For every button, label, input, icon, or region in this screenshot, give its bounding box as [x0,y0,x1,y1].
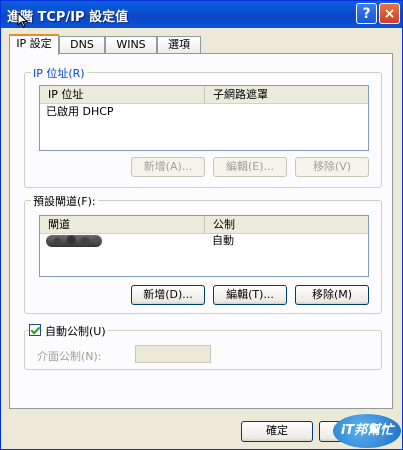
interface-metric-label: 介面公制(N): [37,350,102,363]
tab-wins[interactable]: WINS [105,36,157,54]
ip-address-group: IP 位址(R) IP 位址 子網路遮罩 已啟用 DHCP 新增(A)... 編… [24,65,382,188]
tab-page-ip-settings: IP 位址(R) IP 位址 子網路遮罩 已啟用 DHCP 新增(A)... 編… [9,53,393,409]
close-button[interactable]: × [379,3,400,24]
metric-cell: 自動 [212,234,234,247]
ip-cell: 已啟用 DHCP [46,105,114,118]
gateway-list-header: 閘道 公制 [40,216,368,234]
redacted-gateway-scribble [46,235,102,247]
ip-add-button[interactable]: 新增(A)... [131,157,205,177]
tab-options[interactable]: 選項 [157,36,201,54]
default-gateway-group-label: 預設閘道(F): [31,193,98,209]
metric-group: 自動公制(U) 介面公制(N): [24,323,382,370]
ip-list-header: IP 位址 子網路遮罩 [40,86,368,104]
gateway-remove-button[interactable]: 移除(M) [295,285,369,305]
ok-button[interactable]: 確定 [241,421,313,442]
column-header-ip[interactable]: IP 位址 [40,86,205,103]
mouse-cursor-icon [17,12,29,28]
interface-metric-input[interactable] [135,345,211,363]
ithome-logo: iT邦幫忙 [333,414,401,448]
list-item[interactable]: 已啟用 DHCP [40,104,368,120]
column-header-subnet[interactable]: 子網路遮罩 [205,86,369,103]
default-gateway-group: 預設閘道(F): 閘道 公制 自動 新增(D)... 編輯(T)... 移除(M… [24,193,382,314]
ip-remove-button[interactable]: 移除(V) [295,157,369,177]
column-header-gateway[interactable]: 閘道 [40,216,205,233]
title-bar[interactable]: 進階 TCP/IP 設定值 ? × [1,1,402,28]
auto-metric-label[interactable]: 自動公制(U) [43,323,108,339]
gateway-edit-button[interactable]: 編輯(T)... [213,285,287,305]
dialog-window: 進階 TCP/IP 設定值 ? × IP 設定 DNS WINS 選項 IP 位… [0,0,403,450]
help-button[interactable]: ? [356,3,377,24]
tab-ip-settings[interactable]: IP 設定 [9,34,59,55]
column-header-metric[interactable]: 公制 [205,216,369,233]
ip-address-list[interactable]: IP 位址 子網路遮罩 已啟用 DHCP [39,85,369,151]
auto-metric-checkbox[interactable] [29,324,41,336]
gateway-add-button[interactable]: 新增(D)... [131,285,205,305]
ip-edit-button[interactable]: 編輯(E)... [213,157,287,177]
ip-address-group-label: IP 位址(R) [31,65,87,81]
list-item[interactable]: 自動 [40,233,368,249]
gateway-list[interactable]: 閘道 公制 自動 [39,215,369,277]
tab-dns[interactable]: DNS [59,36,105,54]
